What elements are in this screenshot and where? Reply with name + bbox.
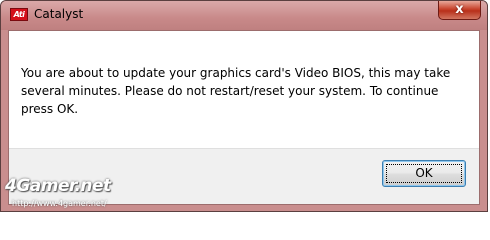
ok-button[interactable]: OK xyxy=(382,160,466,187)
watermark-url: http://www.4gamer.net/ xyxy=(12,199,107,208)
close-button[interactable]: x xyxy=(438,1,481,20)
close-icon: x xyxy=(455,2,464,17)
window-title: Catalyst xyxy=(34,7,84,21)
watermark-logo: 4Gamer.net xyxy=(5,176,111,196)
dialog-message: You are about to update your graphics ca… xyxy=(21,66,451,116)
ok-button-label: OK xyxy=(415,166,433,180)
ati-app-icon: Ati xyxy=(10,8,28,21)
title-bar[interactable]: Ati Catalyst x xyxy=(1,1,487,30)
